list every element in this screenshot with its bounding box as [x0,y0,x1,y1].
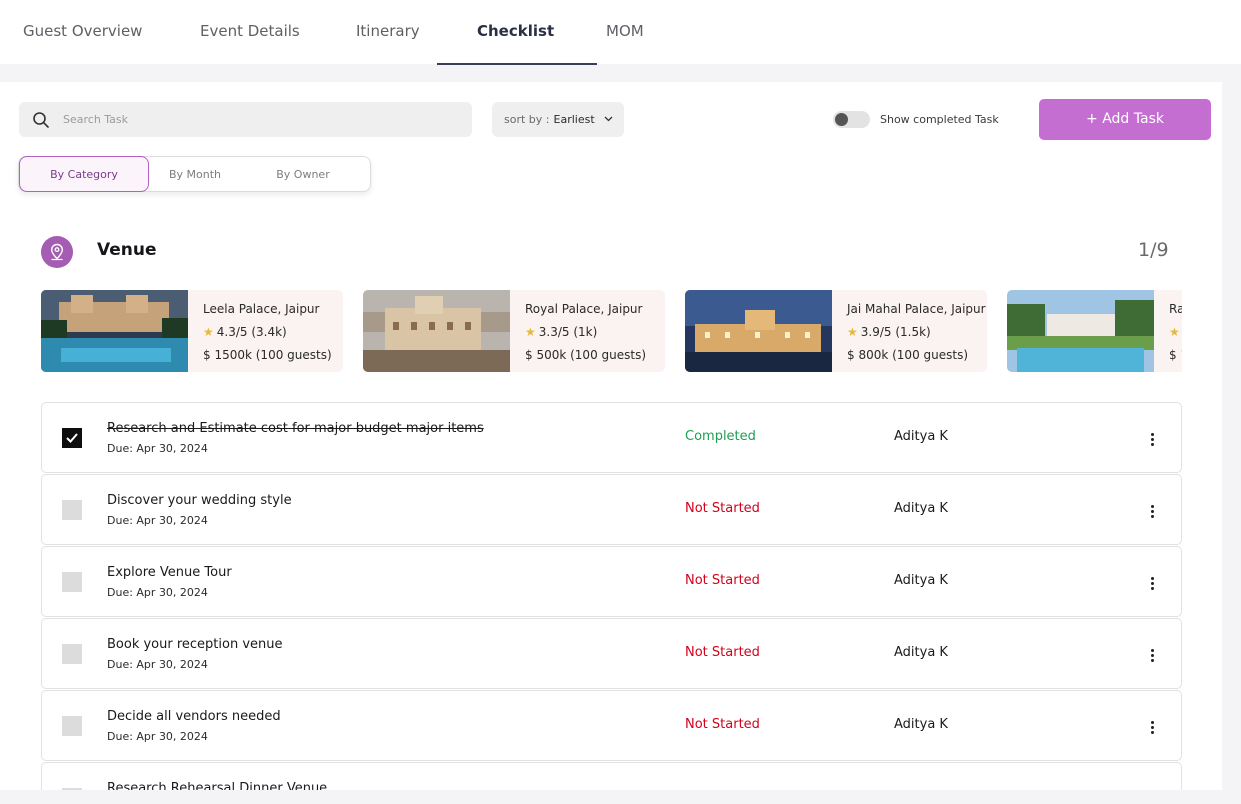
location-pin-icon [41,236,73,268]
view-by-owner[interactable]: By Owner [255,157,351,191]
task-checkbox[interactable] [62,428,82,448]
toggle-knob [835,113,848,126]
task-owner: Aditya K [894,429,948,444]
more-options-icon[interactable] [1142,643,1162,667]
venue-price: $ 500k (100 guests) [525,348,647,362]
task-row[interactable]: Research Rehearsal Dinner Venue [41,762,1182,790]
task-title: Research Rehearsal Dinner Venue [107,781,328,790]
task-due-date: Due: Apr 30, 2024 [107,586,208,599]
venue-name: Leela Palace, Jaipur [203,302,320,316]
task-status: Not Started [685,501,760,516]
venue-card[interactable]: Jai Mahal Palace, Jaipur ★ 3.9/5 (1.5k) $… [685,290,987,372]
view-by-month[interactable]: By Month [149,157,241,191]
venue-name: Ra [1169,302,1182,316]
task-title: Research and Estimate cost for major bud… [107,421,484,436]
task-due-date: Due: Apr 30, 2024 [107,514,208,527]
task-row[interactable]: Research and Estimate cost for major bud… [41,402,1182,473]
venue-card[interactable]: Royal Palace, Jaipur ★ 3.3/5 (1k) $ 500k … [363,290,665,372]
venue-name: Royal Palace, Jaipur [525,302,643,316]
task-status: Not Started [685,573,760,588]
task-owner: Aditya K [894,501,948,516]
task-owner: Aditya K [894,573,948,588]
venue-price: $ 800k (100 guests) [847,348,969,362]
chevron-down-icon [604,116,613,122]
task-checkbox[interactable] [62,500,82,520]
task-checkbox[interactable] [62,644,82,664]
venue-photo [1007,290,1154,372]
star-icon: ★ [525,325,536,339]
task-row[interactable]: Decide all vendors needed Due: Apr 30, 2… [41,690,1182,761]
add-task-button[interactable]: + Add Task [1039,99,1211,140]
category-progress-count: 1/9 [1138,239,1169,261]
task-checkbox[interactable] [62,572,82,592]
top-tab-bar: Guest Overview Event Details Itinerary C… [0,0,1241,65]
task-title: Book your reception venue [107,637,283,652]
category-title: Venue [97,240,157,260]
show-completed-label: Show completed Task [880,113,999,126]
venue-rating: 3.3/5 (1k) [538,325,598,339]
more-options-icon[interactable] [1142,427,1162,451]
search-icon [33,112,49,128]
tab-itinerary[interactable]: Itinerary [356,0,420,64]
star-icon: ★ [1169,325,1180,339]
task-owner: Aditya K [894,645,948,660]
tab-guest-overview[interactable]: Guest Overview [23,0,142,64]
task-due-date: Due: Apr 30, 2024 [107,730,208,743]
venue-card[interactable]: Leela Palace, Jaipur ★ 4.3/5 (3.4k) $ 150… [41,290,343,372]
task-row[interactable]: Discover your wedding style Due: Apr 30,… [41,474,1182,545]
task-status: Not Started [685,717,760,732]
venue-rating: 4.3/5 (3.4k) [216,325,287,339]
tab-checklist[interactable]: Checklist [477,0,554,64]
venue-price: $ 1 [1169,348,1182,362]
more-options-icon[interactable] [1142,715,1162,739]
more-options-icon[interactable] [1142,499,1162,523]
sort-label: sort by : [504,113,550,126]
task-status: Completed [685,429,756,444]
tab-event-details[interactable]: Event Details [200,0,300,64]
active-tab-indicator [437,63,597,65]
show-completed-toggle[interactable] [833,111,870,128]
venue-price: $ 1500k (100 guests) [203,348,332,362]
search-box [19,102,472,137]
view-by-category[interactable]: By Category [19,156,149,192]
venue-photo [363,290,510,372]
venue-photo [41,290,188,372]
task-checkbox[interactable] [62,788,82,790]
venue-rating: 3.9/5 (1.5k) [860,325,931,339]
task-row[interactable]: Book your reception venue Due: Apr 30, 2… [41,618,1182,689]
more-options-icon[interactable] [1142,571,1162,595]
task-checkbox[interactable] [62,716,82,736]
task-due-date: Due: Apr 30, 2024 [107,442,208,455]
search-input[interactable] [63,102,463,137]
task-title: Explore Venue Tour [107,565,232,580]
star-icon: ★ [203,325,214,339]
view-switch: By Category By Month By Owner [18,156,371,192]
sort-value: Earliest [553,113,595,126]
venue-photo [685,290,832,372]
task-row[interactable]: Explore Venue Tour Due: Apr 30, 2024 Not… [41,546,1182,617]
checkmark-icon [66,433,78,443]
task-due-date: Due: Apr 30, 2024 [107,658,208,671]
task-owner: Aditya K [894,717,948,732]
task-title: Decide all vendors needed [107,709,281,724]
task-status: Not Started [685,645,760,660]
venue-name: Jai Mahal Palace, Jaipur [847,302,986,316]
venue-card[interactable]: Ra ★ $ 1 [1007,290,1182,372]
task-title: Discover your wedding style [107,493,292,508]
venue-carousel: Leela Palace, Jaipur ★ 4.3/5 (3.4k) $ 150… [41,290,1182,372]
sort-dropdown[interactable]: sort by : Earliest [492,102,624,137]
checklist-panel: sort by :Earliest Show completed Task + … [0,82,1222,790]
tab-mom[interactable]: MOM [606,0,644,64]
star-icon: ★ [847,325,858,339]
